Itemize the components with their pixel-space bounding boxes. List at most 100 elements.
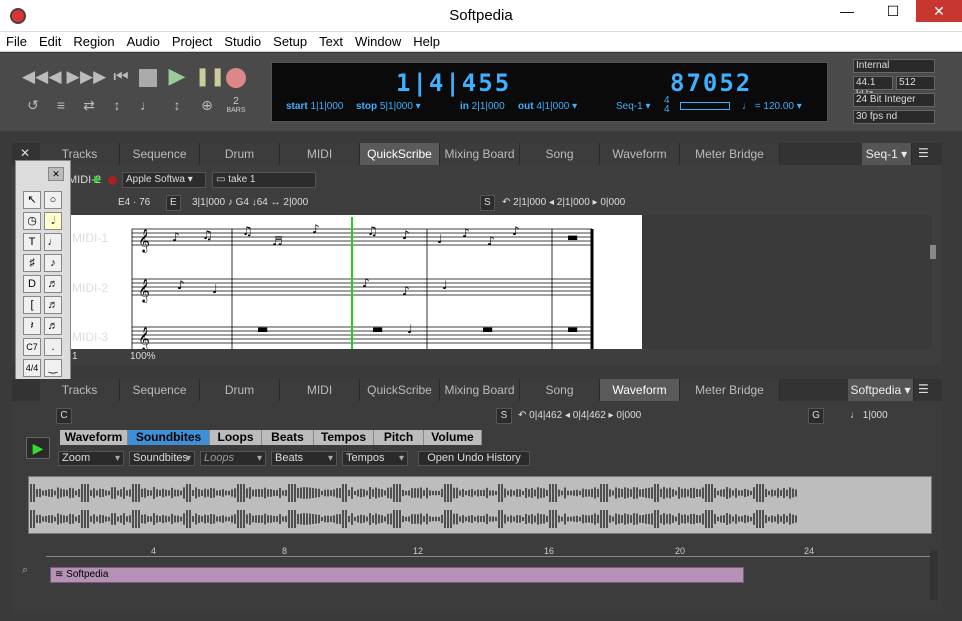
tab-tracks-bottom[interactable]: Tracks [40, 379, 120, 401]
menu-audio[interactable]: Audio [121, 32, 166, 49]
play-button[interactable]: ▶ [166, 65, 188, 87]
pause-button[interactable]: ❚❚ [195, 66, 225, 86]
maximize-icon[interactable]: ☐ [870, 0, 916, 22]
menu-setup[interactable]: Setup [267, 32, 313, 49]
open-undo-history-button[interactable]: Open Undo History [418, 451, 530, 466]
document-menu[interactable]: Softpedia ▾ [848, 379, 914, 401]
panel-menu-icon[interactable]: ☰ [918, 146, 929, 160]
tab-quickscribe-bottom[interactable]: QuickScribe [360, 379, 440, 401]
dynamics-tool-icon[interactable]: D [23, 275, 41, 293]
frame-rate[interactable]: 30 fps nd [853, 110, 935, 124]
menu-text[interactable]: Text [313, 32, 349, 49]
time-signature-tool-icon[interactable]: 4/4 [23, 359, 41, 377]
tab-sequence-bottom[interactable]: Sequence [120, 379, 200, 401]
tab-quickscribe[interactable]: QuickScribe [360, 143, 440, 165]
s-button[interactable]: S [480, 195, 495, 211]
sample-rate[interactable]: 44.1 kHz [853, 76, 893, 100]
subtab-soundbites[interactable]: Soundbites [128, 430, 210, 445]
fast-forward-icon[interactable]: ▶▶ [80, 67, 106, 87]
tempo-slider[interactable] [680, 102, 730, 110]
tab-mixing-board-bottom[interactable]: Mixing Board [440, 379, 520, 401]
instrument-select[interactable]: Apple Softwa ▾ [122, 172, 206, 188]
bit-depth[interactable]: 24 Bit Integer [853, 93, 935, 107]
add-icon[interactable]: ⊕ [196, 95, 218, 115]
text-tool-icon[interactable]: T [23, 233, 41, 251]
bottom-panel-menu-icon[interactable]: ☰ [918, 382, 929, 396]
tab-midi-bottom[interactable]: MIDI [280, 379, 360, 401]
subtab-loops[interactable]: Loops [210, 430, 262, 445]
half-note-tool-icon[interactable]: 𝅗𝅥 [44, 212, 62, 230]
preview-play-button[interactable]: ▶ [26, 437, 50, 459]
sync-select[interactable]: Internal [853, 59, 935, 73]
subtab-pitch[interactable]: Pitch [374, 430, 424, 445]
search-icon[interactable]: ⌕ [22, 564, 28, 577]
subtab-volume[interactable]: Volume [424, 430, 482, 445]
metronome-icon[interactable]: ♩ [136, 95, 158, 115]
subtab-tempos[interactable]: Tempos [314, 430, 374, 445]
go-to-start-icon[interactable]: ⏮ [110, 67, 132, 87]
bracket-tool-icon[interactable]: [ [23, 296, 41, 314]
bars-control[interactable]: 2 BARS [226, 97, 246, 115]
record-enable-icon[interactable] [108, 176, 117, 185]
close-icon[interactable]: ✕ [916, 0, 962, 22]
beats-dropdown[interactable]: Beats [271, 451, 337, 466]
tempo-value[interactable]: ♩ = 120.00 ▾ [742, 101, 802, 112]
g-button[interactable]: G [808, 408, 824, 424]
menu-project[interactable]: Project [166, 32, 218, 49]
subtab-waveform[interactable]: Waveform [60, 430, 128, 445]
thirtysecond-note-tool-icon[interactable]: ♬ [44, 296, 62, 314]
subtab-beats[interactable]: Beats [262, 430, 314, 445]
stop-button[interactable] [139, 69, 157, 87]
tab-song[interactable]: Song [520, 143, 600, 165]
tab-waveform-bottom[interactable]: Waveform [600, 379, 680, 401]
dot-tool-icon[interactable]: . [44, 338, 62, 356]
countoff-icon[interactable]: ↕ [166, 95, 188, 115]
menu-edit[interactable]: Edit [33, 32, 67, 49]
start-value[interactable]: 1|1|000 [310, 101, 343, 112]
waveform-display[interactable] [28, 476, 932, 534]
e-button[interactable]: E [166, 195, 181, 211]
quarter-note-tool-icon[interactable]: ♩ [44, 233, 62, 251]
tab-drum[interactable]: Drum [200, 143, 280, 165]
tab-sequence[interactable]: Sequence [120, 143, 200, 165]
zoom-level[interactable]: 100% [130, 351, 156, 362]
tab-mixing-board[interactable]: Mixing Board [440, 143, 520, 165]
tab-song-bottom[interactable]: Song [520, 379, 600, 401]
loops-dropdown[interactable]: Loops [200, 451, 266, 466]
s-button-bottom[interactable]: S [496, 408, 512, 424]
soundbite-region[interactable]: ≋ Softpedia [50, 567, 744, 583]
minimize-icon[interactable]: — [824, 0, 870, 22]
take-select[interactable]: ▭ take 1 [212, 172, 316, 188]
seq-menu[interactable]: Seq-1 ▾ [862, 143, 912, 165]
auto-rewind-icon[interactable]: ↕ [106, 95, 128, 115]
tempos-dropdown[interactable]: Tempos [342, 451, 408, 466]
eighth-note-tool-icon[interactable]: ♪ [44, 254, 62, 272]
rest-tool-icon[interactable]: 𝄽 [23, 317, 41, 335]
out-value[interactable]: 4|1|000 [536, 101, 569, 112]
sharp-tool-icon[interactable]: ♯ [23, 254, 41, 272]
counter-measures[interactable]: 1|4|455 [396, 69, 511, 97]
menu-help[interactable]: Help [407, 32, 446, 49]
tab-meter-bridge-bottom[interactable]: Meter Bridge [680, 379, 780, 401]
stop-value[interactable]: 5|1|000 [380, 101, 413, 112]
sixteenth-note-tool-icon[interactable]: ♬ [44, 275, 62, 293]
arrow-tool-icon[interactable]: ↖ [23, 191, 41, 209]
toolbox-close-icon[interactable]: ✕ [48, 167, 64, 181]
score-sheet[interactable]: 𝄞 𝄞 𝄞 ♪ ♫ ♫ ♬ ♪ ♫ ♪ ♩ ♪ ♪ ♪ ▬ ♪ ♩ ♪ ♪ ♩ ▬ ▬ ♩ ▬ ▬ [62, 215, 642, 351]
menu-file[interactable]: File [0, 32, 33, 49]
vertical-scrollbar[interactable] [930, 245, 936, 259]
bottom-scrollbar[interactable] [930, 550, 938, 600]
seq-selector[interactable]: Seq-1 ▾ [616, 101, 651, 112]
tab-waveform[interactable]: Waveform [600, 143, 680, 165]
tab-midi[interactable]: MIDI [280, 143, 360, 165]
whole-note-tool-icon[interactable]: ○ [44, 191, 62, 209]
record-button[interactable] [226, 68, 246, 88]
play-icon[interactable]: ▶ [94, 174, 102, 185]
menu-window[interactable]: Window [349, 32, 407, 49]
tab-drum-bottom[interactable]: Drum [200, 379, 280, 401]
tab-meter-bridge[interactable]: Meter Bridge [680, 143, 780, 165]
rewind-icon[interactable]: ◀◀ [22, 67, 48, 87]
zoom-dropdown[interactable]: Zoom [58, 451, 124, 466]
tie-tool-icon[interactable]: ‿ [44, 359, 62, 377]
in-value[interactable]: 2|1|000 [472, 101, 505, 112]
